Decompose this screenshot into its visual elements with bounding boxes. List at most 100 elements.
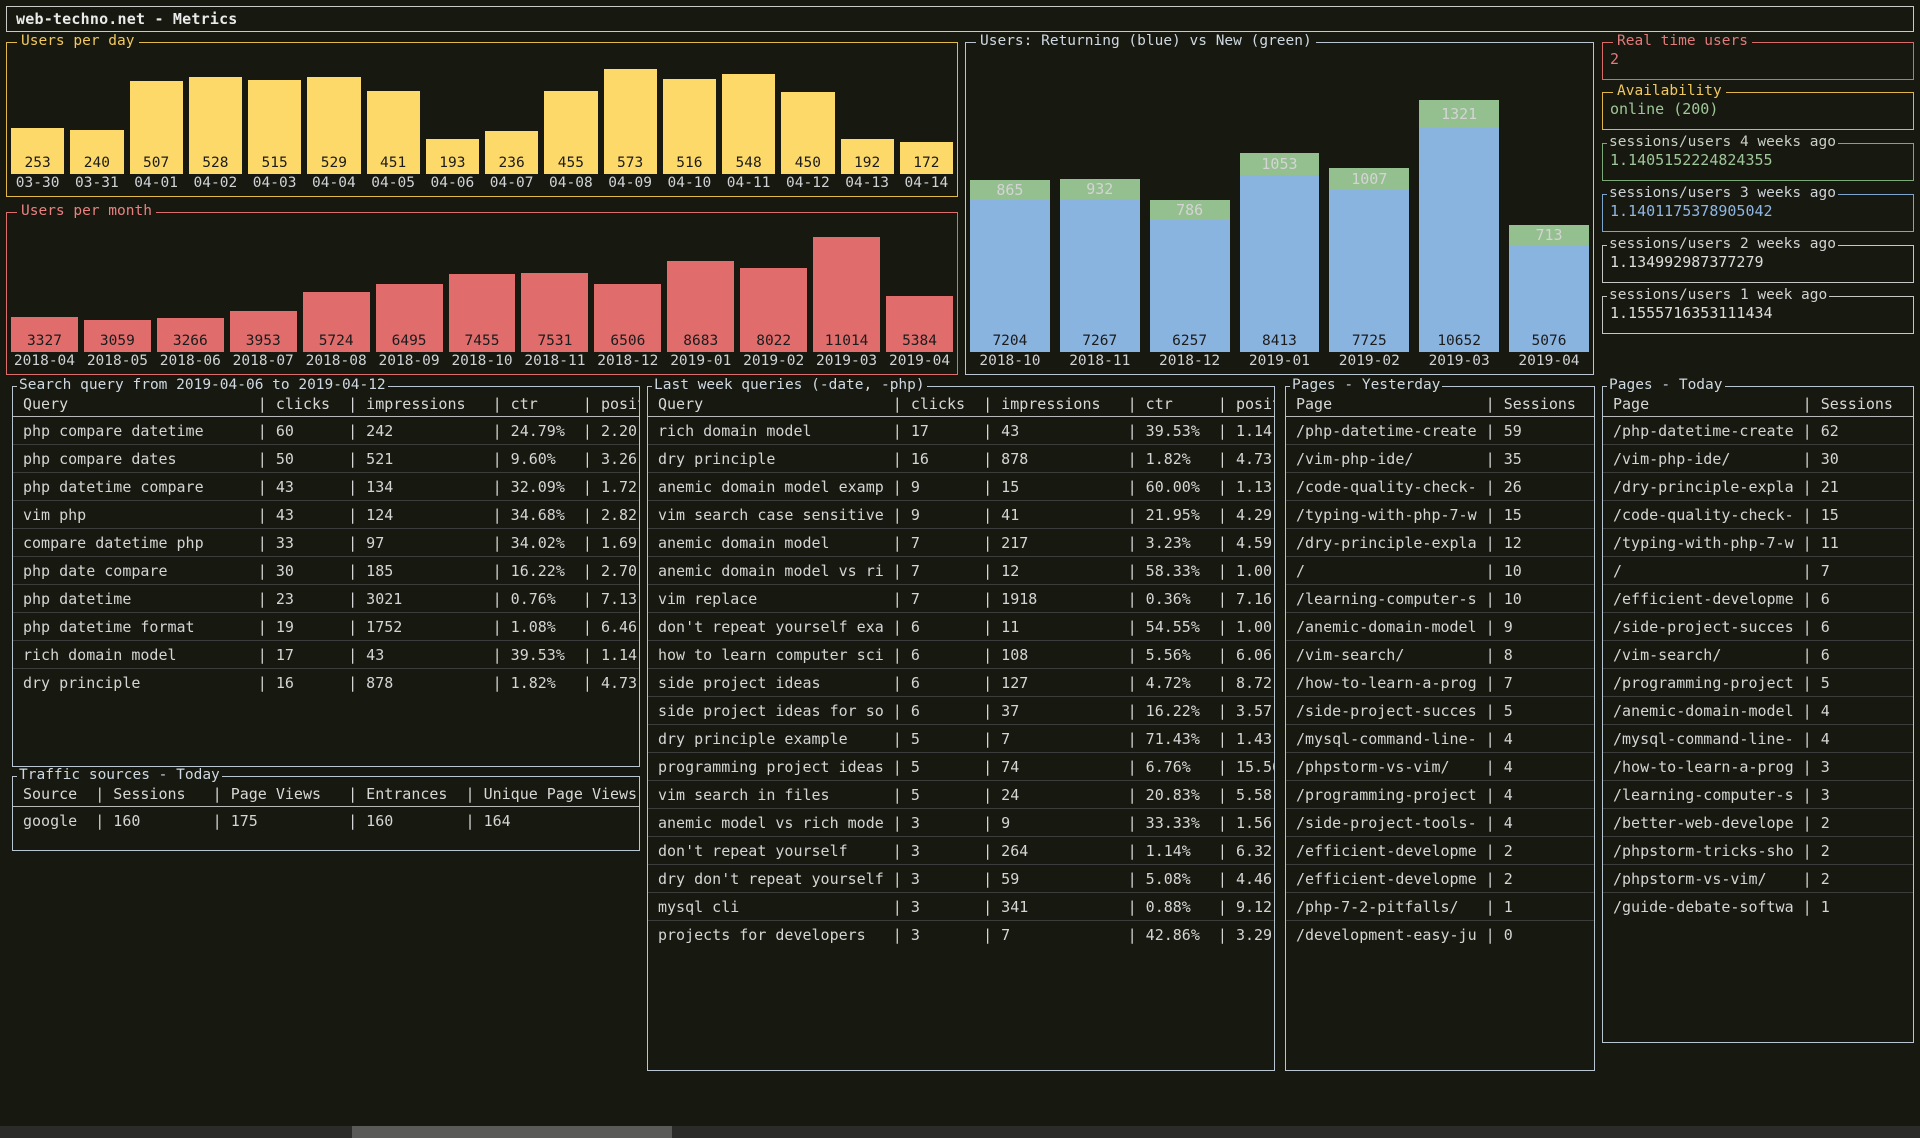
table-row[interactable]: /dry-principle-expla | 21	[1603, 473, 1913, 501]
table-row-text: /mysql-command-line- | 4	[1613, 729, 1902, 748]
table-row[interactable]: compare datetime php | 33 | 97 | 34.02% …	[13, 529, 639, 557]
table-row[interactable]: /vim-search/ | 6	[1603, 641, 1913, 669]
table-row[interactable]: /typing-with-php-7-w | 11	[1603, 529, 1913, 557]
bar: 5724	[302, 292, 370, 352]
table-row[interactable]: anemic domain model | 7 | 217 | 3.23% | …	[648, 529, 1274, 557]
table-row[interactable]: / | 7	[1603, 557, 1913, 585]
table-row[interactable]: /programming-project | 5	[1603, 669, 1913, 697]
table-row[interactable]: rich domain model | 17 | 43 | 39.53% | 1…	[13, 641, 639, 669]
table-row[interactable]: /dry-principle-expla | 12	[1286, 529, 1594, 557]
table-row[interactable]: php datetime compare | 43 | 134 | 32.09%…	[13, 473, 639, 501]
table-row[interactable]: vim replace | 7 | 1918 | 0.36% | 7.16	[648, 585, 1274, 613]
bar-value-label: 7455	[464, 333, 500, 349]
table-row[interactable]: vim php | 43 | 124 | 34.68% | 2.82	[13, 501, 639, 529]
bar-value-label-new: 1007	[1351, 169, 1388, 188]
table-row[interactable]: /development-easy-ju | 0	[1286, 921, 1594, 949]
table-row-text: rich domain model | 17 | 43 | 39.53% | 1…	[658, 421, 1274, 440]
table-row[interactable]: /php-datetime-create | 59	[1286, 417, 1594, 445]
bar-segment-returning: 5076	[1509, 245, 1589, 352]
desktop-taskbar[interactable]	[0, 1126, 1920, 1138]
bar: 236	[485, 131, 539, 174]
table-row[interactable]: /mysql-command-line- | 4	[1603, 725, 1913, 753]
table-row[interactable]: dry principle | 16 | 878 | 1.82% | 4.73	[648, 445, 1274, 473]
table-row[interactable]: / | 10	[1286, 557, 1594, 585]
table-row[interactable]: /efficient-developme | 2	[1286, 837, 1594, 865]
table-row[interactable]: dry principle | 16 | 878 | 1.82% | 4.73	[13, 669, 639, 697]
bar-segment-returning: 10652	[1419, 128, 1500, 352]
bar-value-label: 240	[83, 155, 110, 171]
table-row[interactable]: /anemic-domain-model | 4	[1603, 697, 1913, 725]
table-row[interactable]: /code-quality-check- | 15	[1603, 501, 1913, 529]
panel-returning-vs-new: Users: Returning (blue) vs New (green) 8…	[965, 34, 1594, 375]
table-row[interactable]: /php-7-2-pitfalls/ | 1	[1286, 893, 1594, 921]
table-row[interactable]: rich domain model | 17 | 43 | 39.53% | 1…	[648, 417, 1274, 445]
table-row[interactable]: /learning-computer-s | 3	[1603, 781, 1913, 809]
bar-category-label: 04-13	[845, 175, 889, 191]
table-row[interactable]: mysql cli | 3 | 341 | 0.88% | 9.12	[648, 893, 1274, 921]
table-row[interactable]: /guide-debate-softwa | 1	[1603, 893, 1913, 921]
table-row[interactable]: anemic domain model examp | 9 | 15 | 60.…	[648, 473, 1274, 501]
bar-column: 172 04-14	[899, 51, 953, 192]
table-row[interactable]: /anemic-domain-model | 9	[1286, 613, 1594, 641]
table-row-text: how to learn computer sci | 6 | 108 | 5.…	[658, 645, 1274, 664]
table-row[interactable]: /efficient-developme | 2	[1286, 865, 1594, 893]
table-row[interactable]: /efficient-developme | 6	[1603, 585, 1913, 613]
table-row[interactable]: /php-datetime-create | 62	[1603, 417, 1913, 445]
table-row[interactable]: php compare datetime | 60 | 242 | 24.79%…	[13, 417, 639, 445]
table-row[interactable]: don't repeat yourself | 3 | 264 | 1.14% …	[648, 837, 1274, 865]
pages-today-table: Page | Sessions /php-datetime-create | 6…	[1603, 391, 1913, 921]
search-query-table: Query | clicks | impressions | ctr | pos…	[13, 391, 639, 697]
table-row[interactable]: /better-web-develope | 2	[1603, 809, 1913, 837]
table-row[interactable]: vim search case sensitive | 9 | 41 | 21.…	[648, 501, 1274, 529]
table-row[interactable]: /side-project-tools- | 4	[1286, 809, 1594, 837]
table-row[interactable]: anemic domain model vs ri | 7 | 12 | 58.…	[648, 557, 1274, 585]
bar-category-label: 2018-09	[378, 353, 440, 369]
table-row[interactable]: anemic model vs rich mode | 3 | 9 | 33.3…	[648, 809, 1274, 837]
table-row[interactable]: php datetime | 23 | 3021 | 0.76% | 7.13	[13, 585, 639, 613]
table-row[interactable]: /code-quality-check- | 26	[1286, 473, 1594, 501]
real-time-users-value: 2	[1610, 50, 1620, 68]
panel-search-query: Search query from 2019-04-06 to 2019-04-…	[12, 378, 640, 767]
table-row[interactable]: /how-to-learn-a-prog | 7	[1286, 669, 1594, 697]
bar-column: 8022 2019-02	[740, 221, 808, 370]
sessions-2-weeks-value: 1.134992987377279	[1610, 253, 1764, 271]
bar-column: 7455 2018-10	[448, 221, 516, 370]
table-row[interactable]: don't repeat yourself exa | 6 | 11 | 54.…	[648, 613, 1274, 641]
table-row[interactable]: /side-project-succes | 5	[1286, 697, 1594, 725]
panel-pages-yesterday: Pages - Yesterday Page | Sessions /php-d…	[1285, 378, 1595, 1071]
bar-segment-returning: 7725	[1329, 189, 1410, 352]
table-row[interactable]: how to learn computer sci | 6 | 108 | 5.…	[648, 641, 1274, 669]
table-row[interactable]: programming project ideas | 5 | 74 | 6.7…	[648, 753, 1274, 781]
table-row[interactable]: vim search in files | 5 | 24 | 20.83% | …	[648, 781, 1274, 809]
table-row[interactable]: /phpstorm-vs-vim/ | 2	[1603, 865, 1913, 893]
bar: 11014	[813, 237, 881, 352]
table-row[interactable]: /phpstorm-tricks-sho | 2	[1603, 837, 1913, 865]
column-headers: Query | clicks | impressions | ctr | pos…	[658, 394, 1274, 413]
table-row-text: /development-easy-ju | 0	[1296, 926, 1585, 944]
bar: 3059	[83, 320, 151, 352]
table-row[interactable]: /vim-search/ | 8	[1286, 641, 1594, 669]
table-row[interactable]: /mysql-command-line- | 4	[1286, 725, 1594, 753]
table-row[interactable]: /programming-project | 4	[1286, 781, 1594, 809]
table-row[interactable]: php datetime format | 19 | 1752 | 1.08% …	[13, 613, 639, 641]
table-row[interactable]: dry don't repeat yourself | 3 | 59 | 5.0…	[648, 865, 1274, 893]
table-row[interactable]: php date compare | 30 | 185 | 16.22% | 2…	[13, 557, 639, 585]
table-row[interactable]: /phpstorm-vs-vim/ | 4	[1286, 753, 1594, 781]
table-row-text: compare datetime php | 33 | 97 | 34.02% …	[23, 533, 639, 552]
table-row[interactable]: /learning-computer-s | 10	[1286, 585, 1594, 613]
table-row[interactable]: php compare dates | 50 | 521 | 9.60% | 3…	[13, 445, 639, 473]
table-row[interactable]: side project ideas | 6 | 127 | 4.72% | 8…	[648, 669, 1274, 697]
table-row[interactable]: /vim-php-ide/ | 35	[1286, 445, 1594, 473]
table-row[interactable]: /side-project-succes | 6	[1603, 613, 1913, 641]
table-row-text: anemic domain model | 7 | 217 | 3.23% | …	[658, 533, 1274, 552]
table-row[interactable]: dry principle example | 5 | 7 | 71.43% |…	[648, 725, 1274, 753]
bar-category-label: 2018-12	[1159, 353, 1221, 369]
table-row[interactable]: /vim-php-ide/ | 30	[1603, 445, 1913, 473]
table-row[interactable]: projects for developers | 3 | 7 | 42.86%…	[648, 921, 1274, 949]
table-row[interactable]: side project ideas for so | 6 | 37 | 16.…	[648, 697, 1274, 725]
table-row[interactable]: /typing-with-php-7-w | 15	[1286, 501, 1594, 529]
table-row[interactable]: /how-to-learn-a-prog | 3	[1603, 753, 1913, 781]
table-row[interactable]: google | 160 | 175 | 160 | 164	[13, 807, 639, 835]
taskbar-active-window[interactable]	[352, 1126, 672, 1138]
bar-column: 516 04-10	[662, 51, 716, 192]
